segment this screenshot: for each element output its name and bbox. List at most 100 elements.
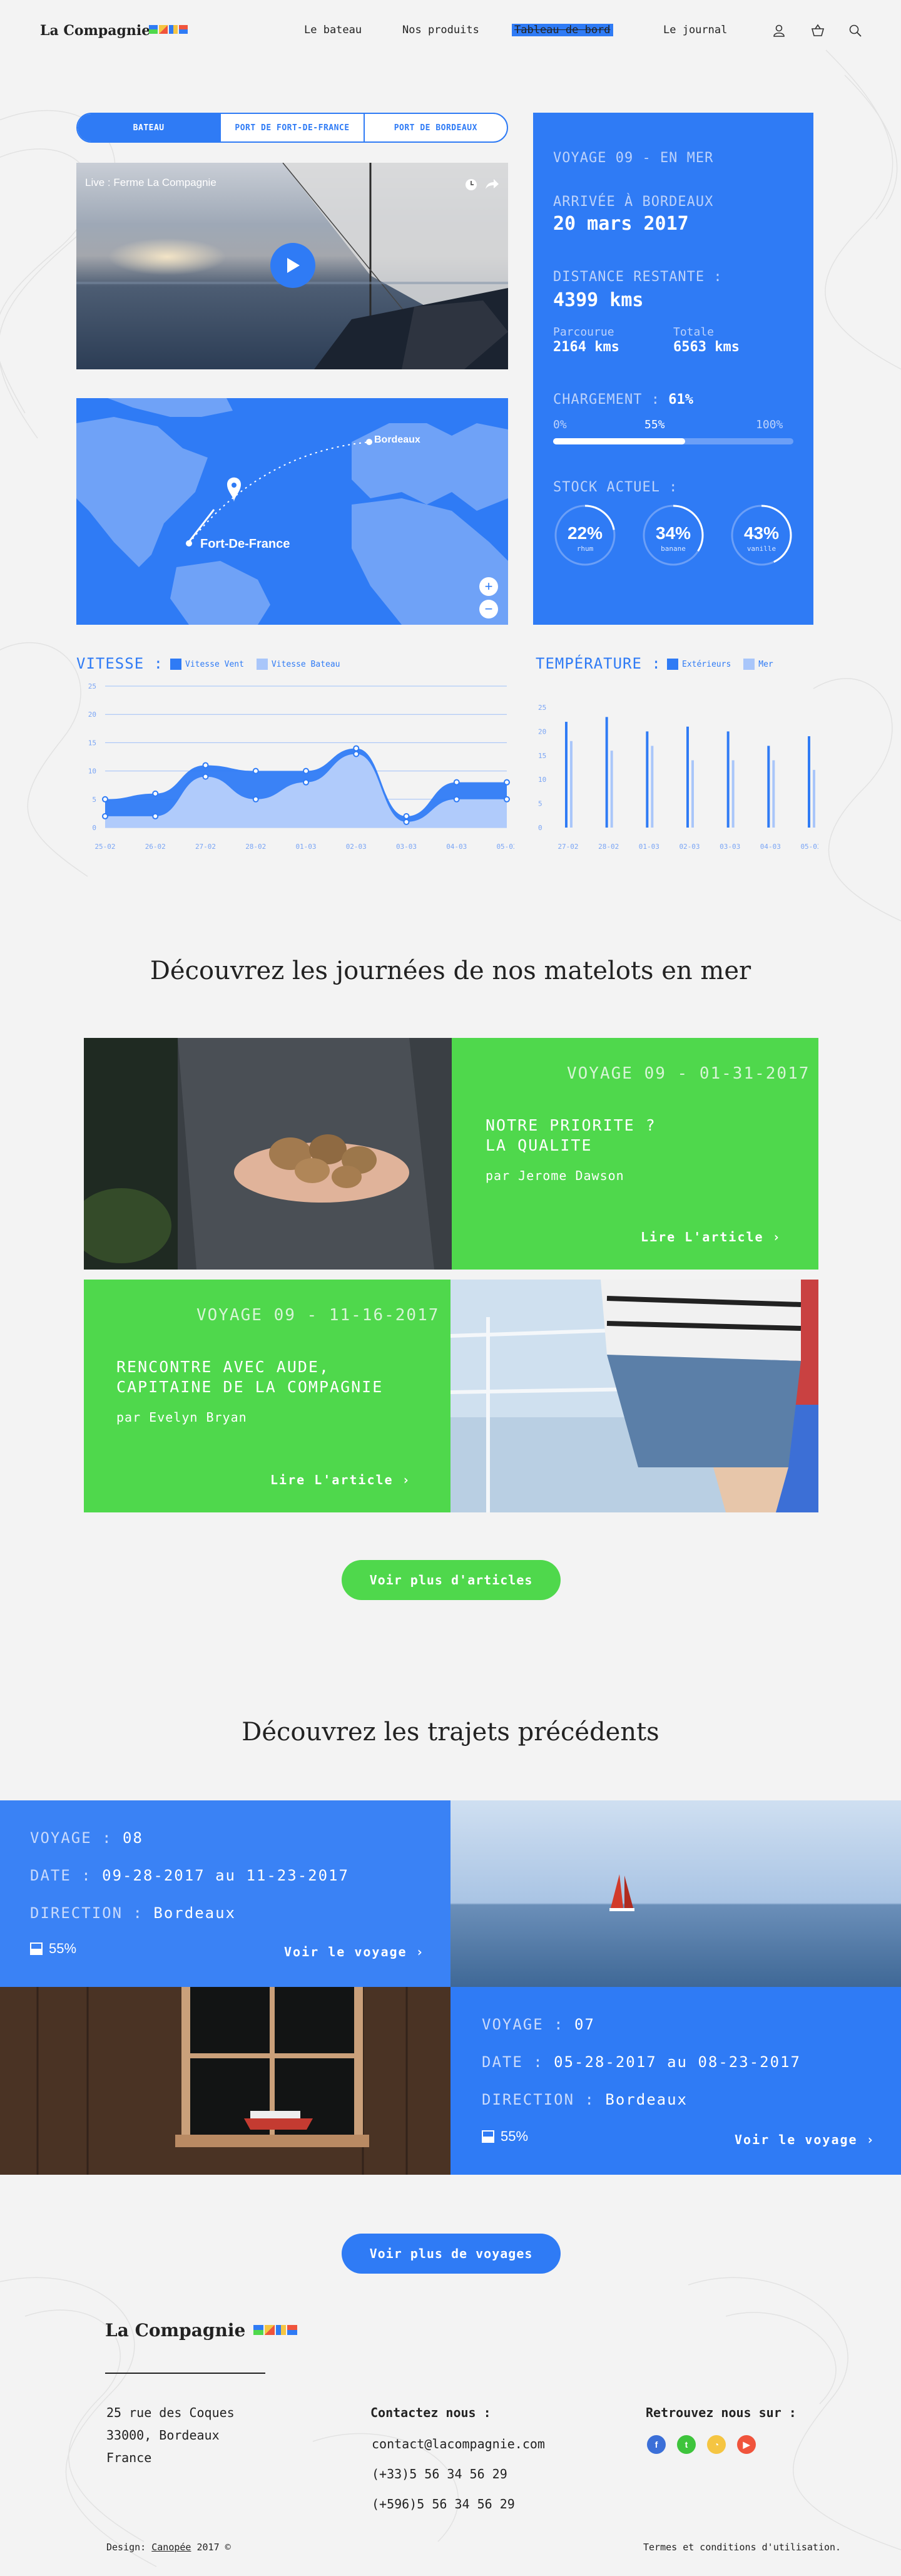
- zoom-out-button[interactable]: −: [479, 600, 498, 618]
- bar-sea: [570, 741, 573, 828]
- bar-sea: [813, 769, 815, 828]
- user-icon[interactable]: [772, 24, 786, 38]
- y-tick-label: 25: [88, 682, 96, 690]
- bar-exterior: [808, 736, 810, 828]
- load-tick-55: 55%: [644, 418, 665, 431]
- data-point: [403, 818, 410, 825]
- x-tick-label: 04-03: [760, 843, 781, 851]
- trip-card-07[interactable]: VOYAGE : 07 DATE : 05-28-2017 au 08-23-2…: [450, 1987, 901, 2175]
- share-icon[interactable]: [484, 178, 499, 192]
- facebook-icon[interactable]: f: [647, 2435, 666, 2454]
- trip-dates: 05-28-2017 au 08-23-2017: [554, 2053, 801, 2071]
- more-articles-button[interactable]: Voir plus d'articles: [342, 1560, 561, 1600]
- view-trip-link[interactable]: Voir le voyage ›: [284, 1944, 425, 1959]
- data-point: [252, 767, 259, 774]
- bar-exterior: [605, 717, 608, 828]
- data-point: [152, 790, 159, 797]
- legend-exterior: Extérieurs: [682, 659, 731, 669]
- basket-icon[interactable]: [811, 24, 825, 38]
- bar-sea: [610, 751, 613, 828]
- zoom-in-button[interactable]: +: [479, 577, 498, 596]
- trip-card-08[interactable]: VOYAGE : 08 DATE : 09-28-2017 au 11-23-2…: [0, 1800, 450, 1987]
- y-tick-label: 5: [538, 800, 542, 808]
- trip-photo-sailboat[interactable]: [450, 1800, 901, 1987]
- x-tick-label: 05-03: [800, 843, 818, 851]
- data-point: [152, 813, 159, 819]
- tab-port-fort-de-france[interactable]: PORT DE FORT-DE-FRANCE: [220, 114, 363, 141]
- map-origin-label: Fort-De-France: [200, 537, 290, 551]
- trip-voyage-number: 08: [123, 1829, 143, 1847]
- footer-email[interactable]: contact@lacompagnie.com: [372, 2433, 545, 2455]
- data-point: [403, 813, 410, 819]
- read-article-link[interactable]: Lire L'article ›: [641, 1229, 781, 1244]
- data-point: [202, 762, 209, 769]
- bar-exterior: [646, 731, 649, 828]
- legend-swatch-sea: [743, 659, 755, 670]
- brand-marks: [149, 25, 188, 34]
- nav-le-bateau[interactable]: Le bateau: [304, 24, 362, 36]
- footer-divider: [105, 2373, 265, 2374]
- trip-photo-window[interactable]: [0, 1987, 450, 2175]
- y-tick-label: 25: [538, 704, 546, 712]
- world-map-illustration: [76, 398, 508, 625]
- footer-phone-1[interactable]: (+33)5 56 34 56 29: [372, 2463, 507, 2485]
- article-photo-potatoes[interactable]: [84, 1038, 452, 1270]
- twitter-icon[interactable]: t: [677, 2435, 696, 2454]
- search-icon[interactable]: [848, 24, 862, 38]
- trips-section-title: Découvrez les trajets précédents: [242, 1718, 659, 1747]
- legend-sea: Mer: [758, 659, 773, 669]
- x-tick-label: 27-02: [557, 843, 578, 851]
- nav-tableau-de-bord[interactable]: Tableau de bord: [512, 24, 613, 36]
- bar-sea: [691, 760, 694, 828]
- data-point: [102, 796, 108, 803]
- trip-direction-label: DIRECTION :: [30, 1904, 143, 1922]
- nav-le-journal[interactable]: Le journal: [663, 24, 727, 36]
- temperature-chart: 0 5 10 15 20 25 27-02 28-02 01-03 02-03 03-03 04-03…: [538, 704, 818, 851]
- play-icon: [287, 258, 300, 273]
- youtube-icon[interactable]: ▶: [737, 2435, 756, 2454]
- article-photo-sailor[interactable]: [450, 1280, 818, 1512]
- tab-port-bordeaux[interactable]: PORT DE BORDEAUX: [363, 114, 507, 141]
- bar-exterior: [565, 722, 568, 828]
- article-headline-line1: NOTRE PRIORITE ?: [486, 1116, 656, 1134]
- view-trip-link[interactable]: Voir le voyage ›: [735, 2132, 875, 2147]
- x-tick-label: 01-03: [295, 843, 316, 851]
- play-button[interactable]: [270, 243, 315, 288]
- tab-bateau[interactable]: BATEAU: [78, 114, 220, 141]
- distance-label: DISTANCE RESTANTE :: [553, 269, 723, 285]
- arrival-label: ARRIVÉE À BORDEAUX: [553, 194, 714, 210]
- legend-wind: Vitesse Vent: [185, 659, 244, 669]
- data-point: [353, 745, 360, 752]
- footer-phone-2[interactable]: (+596)5 56 34 56 29: [372, 2493, 515, 2515]
- temperature-chart-title: TEMPÉRATURE :: [536, 655, 661, 672]
- trip-cargo-percent: 55%: [501, 2128, 529, 2144]
- route-map[interactable]: Fort-De-France Bordeaux + −: [76, 398, 508, 625]
- article-headline-line2: CAPITAINE DE LA COMPAGNIE: [116, 1378, 384, 1396]
- article-card-quality[interactable]: VOYAGE 09 - 01-31-2017 NOTRE PRIORITE ? …: [452, 1038, 818, 1270]
- read-article-link[interactable]: Lire L'article ›: [270, 1472, 411, 1487]
- data-point: [504, 796, 510, 803]
- footer-brand[interactable]: La Compagnie: [105, 2320, 245, 2341]
- x-tick-label: 01-03: [639, 843, 659, 851]
- covered-label: Parcourue: [553, 326, 614, 339]
- distance-value: 4399 kms: [553, 289, 644, 311]
- clock-icon[interactable]: [464, 178, 478, 192]
- designer-link[interactable]: Canopée: [151, 2542, 191, 2553]
- x-tick-label: 26-02: [145, 843, 166, 851]
- snapchat-icon[interactable]: ◔: [707, 2435, 726, 2454]
- speed-legend: Vitesse Vent Vitesse Bateau: [170, 659, 340, 670]
- terms-link[interactable]: Termes et conditions d'utilisation.: [643, 2542, 841, 2553]
- x-tick-label: 04-03: [446, 843, 467, 851]
- data-point: [303, 779, 309, 786]
- x-tick-label: 02-03: [679, 843, 700, 851]
- article-card-captain[interactable]: VOYAGE 09 - 11-16-2017 RENCONTRE AVEC AU…: [84, 1280, 450, 1512]
- x-tick-label: 02-03: [346, 843, 367, 851]
- load-value: 61%: [668, 392, 693, 408]
- live-video-player[interactable]: Live : Ferme La Compagnie: [76, 163, 508, 369]
- voyage-dashboard: VOYAGE 09 - EN MER ARRIVÉE À BORDEAUX 20…: [533, 113, 813, 625]
- brand-logo[interactable]: La Compagnie: [40, 23, 150, 39]
- x-tick-label: 27-02: [195, 843, 216, 851]
- more-trips-button[interactable]: Voir plus de voyages: [342, 2234, 561, 2274]
- nav-nos-produits[interactable]: Nos produits: [402, 24, 479, 36]
- trip-direction: Bordeaux: [605, 2091, 688, 2108]
